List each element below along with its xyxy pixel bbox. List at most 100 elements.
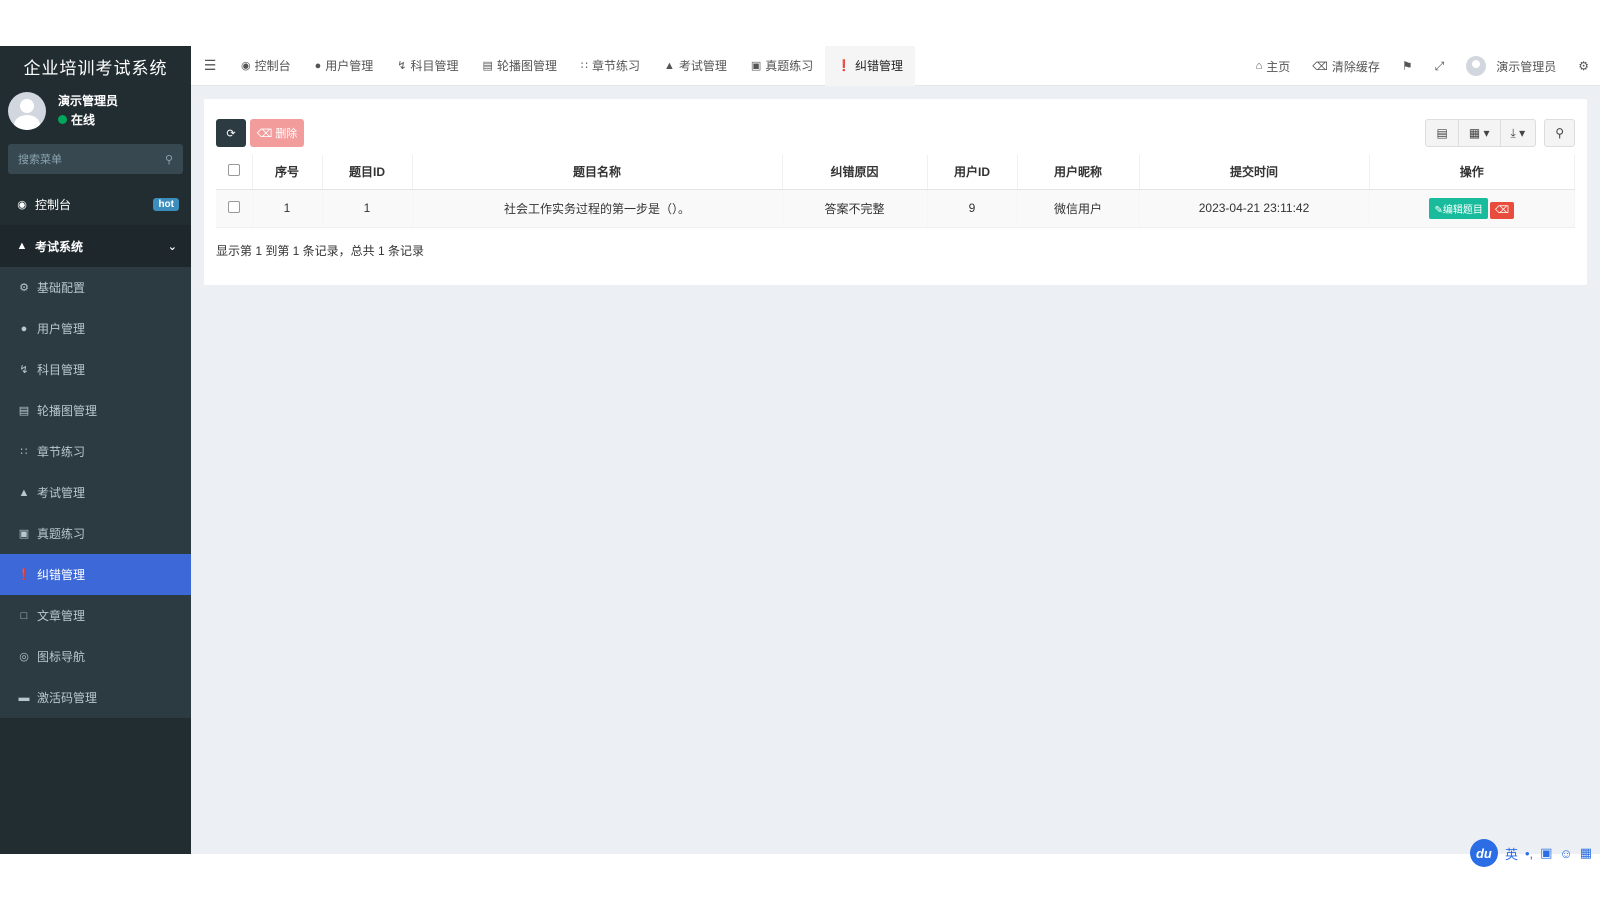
col-header[interactable]: 纠错原因 [782, 155, 928, 190]
bolt-icon: ↯ [397, 60, 407, 72]
refresh-button[interactable]: ⟳ [216, 119, 246, 147]
tab-label: 真题练习 [765, 59, 814, 73]
sidebar-item-carousel[interactable]: ▤ 轮播图管理 [0, 390, 191, 431]
fullscreen-icon[interactable]: ⤢ [1424, 46, 1456, 86]
col-header[interactable]: 题目ID [322, 155, 413, 190]
tab-past-papers[interactable]: ▣ 真题练习 [739, 46, 825, 86]
settings-icon[interactable]: ⚙ [1567, 46, 1600, 86]
col-header[interactable]: 序号 [252, 155, 323, 190]
sidebar-item-users[interactable]: ● 用户管理 [0, 308, 191, 349]
sidebar-item-chapter-practice[interactable]: ∷ 章节练习 [0, 431, 191, 472]
columns-icon[interactable]: ▦ ▾ [1459, 120, 1501, 146]
list-icon: ∷ [20, 446, 28, 458]
user-icon[interactable]: ☺ [1559, 846, 1572, 861]
dashboard-icon: ◉ [241, 60, 251, 72]
punctuation-icon[interactable]: •, [1525, 846, 1533, 861]
clear-cache-label: 清除缓存 [1331, 59, 1380, 74]
col-header[interactable]: 提交时间 [1139, 155, 1370, 190]
delete-button[interactable]: ⌫ 删除 [250, 119, 304, 147]
hot-badge: hot [153, 198, 179, 211]
sidebar-item-label: 章节练习 [37, 445, 86, 459]
user-menu[interactable]: 演示管理员 [1455, 46, 1567, 86]
dashboard-icon: ◉ [17, 199, 27, 211]
menu-toggle-icon[interactable]: ☰ [191, 57, 229, 74]
edit-question-button[interactable]: ✎编辑题目 [1429, 197, 1488, 219]
refresh-icon: ⟳ [226, 127, 236, 140]
cell-question-id: 1 [322, 189, 413, 228]
sidebar-item-exams[interactable]: ▲ 考试管理 [0, 472, 191, 513]
select-all-checkbox[interactable] [227, 164, 240, 177]
tab-label: 考试管理 [678, 59, 727, 73]
exclamation-circle-icon: ❗ [17, 569, 31, 581]
home-icon: ⌂ [1255, 60, 1263, 72]
language-icon[interactable]: ⚑ [1391, 46, 1424, 86]
sidebar-item-icon-nav[interactable]: ◎ 图标导航 [0, 636, 191, 677]
cell-user-id: 9 [927, 189, 1018, 228]
chevron-down-icon: ⌄ [167, 240, 177, 253]
avatar [1466, 56, 1487, 76]
sidebar-item-subjects[interactable]: ↯ 科目管理 [0, 349, 191, 390]
tab-dashboard[interactable]: ◉ 控制台 [229, 46, 303, 86]
tab-carousel[interactable]: ▤ 轮播图管理 [471, 46, 569, 86]
tab-chapter-practice[interactable]: ∷ 章节练习 [569, 46, 652, 86]
tab-users[interactable]: ● 用户管理 [303, 46, 386, 86]
col-header[interactable]: 用户昵称 [1017, 155, 1140, 190]
ime-logo[interactable]: du [1469, 839, 1498, 867]
tab-label: 纠错管理 [855, 59, 904, 73]
home-label: 主页 [1266, 59, 1291, 74]
sidebar-item-label: 纠错管理 [37, 568, 86, 582]
table-row[interactable]: 1 1 社会工作实务过程的第一步是（）。 答案不完整 9 微信用户 2023-0… [216, 189, 1575, 228]
list-icon: ∷ [580, 60, 588, 72]
sidebar-item-label: 真题练习 [37, 527, 86, 541]
clear-cache-button[interactable]: ⌫ 清除缓存 [1301, 46, 1391, 86]
toolbox-icon[interactable]: ▣ [1540, 845, 1552, 861]
tab-label: 科目管理 [410, 59, 459, 73]
row-checkbox[interactable] [227, 200, 240, 213]
search-icon[interactable]: ⚲ [1545, 120, 1574, 146]
sidebar-item-dashboard[interactable]: ◉ 控制台 hot [0, 184, 191, 225]
cell-actions: ✎编辑题目 ⌫ [1369, 189, 1575, 228]
sidebar-item-label: 控制台 [35, 198, 72, 212]
export-icon[interactable]: ⤓ ▾ [1501, 120, 1536, 146]
sidebar-group-exam-system[interactable]: ▲ 考试系统 ⌄ [0, 225, 191, 267]
home-link[interactable]: ⌂ 主页 [1245, 46, 1302, 86]
edit-question-label: 编辑题目 [1442, 204, 1483, 216]
tab-subjects[interactable]: ↯ 科目管理 [385, 46, 470, 86]
gear-icon: ⚙ [19, 282, 29, 294]
tab-label: 章节练习 [591, 59, 640, 73]
sidebar-search-input[interactable]: 搜索菜单 ⚲ [8, 144, 183, 174]
sidebar-item-past-papers[interactable]: ▣ 真题练习 [0, 513, 191, 554]
search-icon[interactable]: ⚲ [165, 153, 173, 166]
table-icon: ▣ [750, 60, 762, 72]
sidebar-item-articles[interactable]: □ 文章管理 [0, 595, 191, 636]
app-title[interactable]: 企业培训考试系统 [0, 46, 191, 86]
col-header: 操作 [1369, 155, 1575, 190]
grid-icon[interactable]: ▦ [1580, 845, 1592, 861]
row-delete-button[interactable]: ⌫ [1489, 201, 1515, 219]
col-header[interactable]: 用户ID [927, 155, 1018, 190]
user-icon: ● [314, 59, 322, 72]
sidebar-item-error-correction[interactable]: ❗ 纠错管理 [0, 554, 191, 595]
user-panel: 演示管理员 在线 [0, 86, 191, 136]
pencil-icon: ✎ [1434, 204, 1443, 216]
tab-label: 轮播图管理 [496, 59, 557, 73]
sidebar-item-label: 用户管理 [37, 322, 86, 336]
tab-error-correction[interactable]: ❗ 纠错管理 [825, 45, 916, 86]
row-select-cell [216, 189, 253, 228]
sidebar-item-basic-config[interactable]: ⚙ 基础配置 [0, 267, 191, 308]
exclamation-circle-icon: ❗ [837, 60, 851, 72]
sidebar-item-activation-codes[interactable]: ▬ 激活码管理 [0, 677, 191, 718]
tab-label: 用户管理 [325, 59, 374, 73]
sidebar-item-label: 文章管理 [37, 609, 86, 623]
table-toolbar: ⟳ ⌫ 删除 [216, 119, 304, 147]
col-header[interactable]: 题目名称 [412, 155, 783, 190]
navbar-right: ⌂ 主页 ⌫ 清除缓存 ⚑ ⤢ 演示管理员 ⚙ [1245, 46, 1600, 86]
compass-icon: ◎ [19, 651, 29, 663]
tab-exams[interactable]: ▲ 考试管理 [652, 46, 739, 86]
sidebar-group-label: 考试系统 [35, 239, 84, 254]
card-view-icon[interactable]: ▤ [1426, 120, 1459, 146]
user-name: 演示管理员 [58, 94, 119, 108]
graduation-cap-icon: ▲ [18, 486, 30, 499]
ime-lang[interactable]: 英 [1505, 844, 1518, 863]
user-status: 在线 [58, 111, 118, 130]
